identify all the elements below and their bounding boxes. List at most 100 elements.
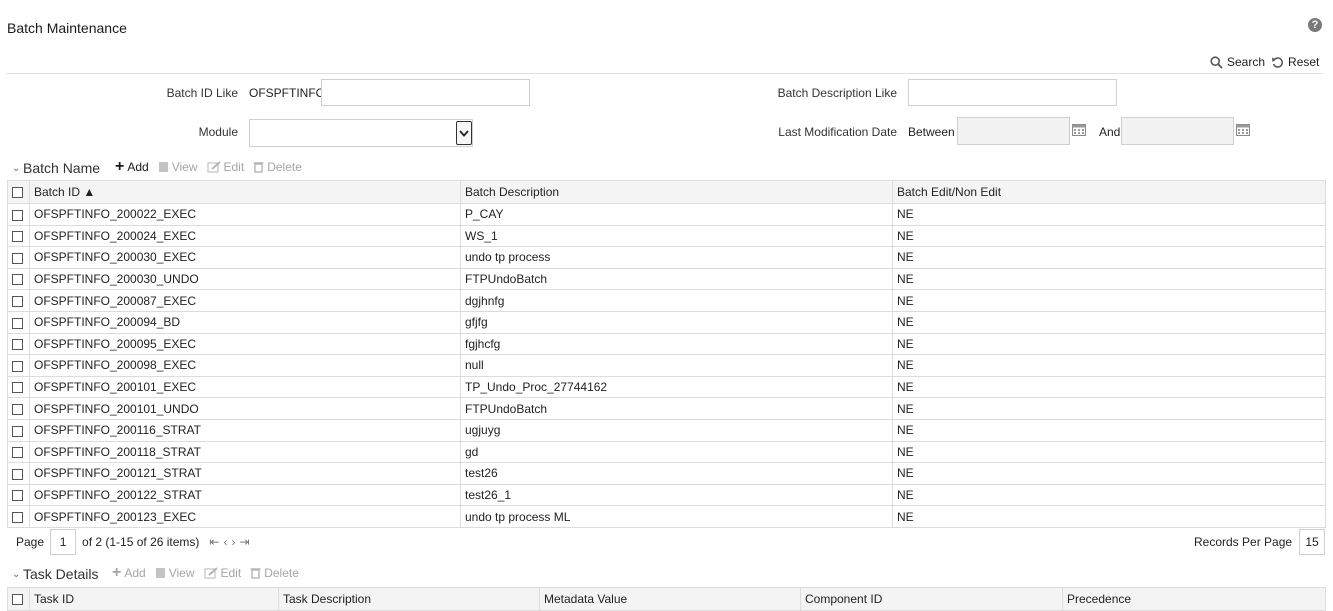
column-header-metadata-value[interactable]: Metadata Value: [539, 587, 801, 611]
row-checkbox[interactable]: [12, 360, 23, 372]
row-checkbox[interactable]: [12, 296, 23, 307]
cell-batch-id: OFSPFTINFO_200101_UNDO: [29, 397, 461, 420]
cell-batch-description: P_CAY: [460, 203, 893, 226]
delete-task-button[interactable]: Delete: [250, 566, 299, 580]
records-per-page-input[interactable]: 15: [1299, 529, 1326, 555]
cell-batch-id: OFSPFTINFO_200121_STRAT: [29, 462, 461, 485]
cell-batch-id: OFSPFTINFO_200094_BD: [29, 310, 461, 334]
row-checkbox[interactable]: [12, 339, 23, 351]
search-icon: [1210, 55, 1223, 69]
edit-batch-button[interactable]: Edit: [207, 160, 245, 174]
row-checkbox[interactable]: [12, 317, 23, 329]
cell-batch-edit: NE: [892, 354, 1326, 377]
row-checkbox[interactable]: [12, 252, 23, 264]
view-label: View: [171, 160, 198, 174]
cell-batch-id: OFSPFTINFO_200030_UNDO: [29, 267, 461, 291]
table-row[interactable]: OFSPFTINFO_200030_EXEC undo tp process NE: [7, 246, 1326, 269]
row-checkbox[interactable]: [12, 425, 23, 437]
calendar-icon[interactable]: [1236, 123, 1250, 136]
chevron-down-icon[interactable]: [456, 121, 472, 145]
edit-icon: [204, 567, 218, 579]
column-header-batch-description[interactable]: Batch Description: [460, 180, 893, 204]
task-toolbar: + Add View Edit Delete: [112, 565, 299, 581]
table-row[interactable]: OFSPFTINFO_200095_EXEC fgjhcfg NE: [7, 332, 1326, 356]
date-from-input[interactable]: [957, 117, 1070, 145]
column-header-batch-edit[interactable]: Batch Edit/Non Edit: [892, 180, 1326, 204]
table-row[interactable]: OFSPFTINFO_200087_EXEC dgjhnfg NE: [7, 289, 1326, 312]
cell-batch-edit: NE: [892, 332, 1326, 356]
task-section-header[interactable]: ⌄ Task Details: [12, 566, 98, 582]
cell-batch-description: WS_1: [460, 224, 893, 248]
view-task-button[interactable]: View: [155, 566, 195, 580]
table-row[interactable]: OFSPFTINFO_200094_BD gfjfg NE: [7, 310, 1326, 334]
column-header-task-id[interactable]: Task ID: [29, 587, 279, 611]
table-row[interactable]: OFSPFTINFO_200121_STRAT test26 NE: [7, 462, 1326, 485]
records-per-page: Records Per Page 15: [1194, 529, 1326, 555]
last-page-icon[interactable]: ⇥: [239, 535, 253, 549]
cell-batch-edit: NE: [892, 483, 1326, 507]
table-row[interactable]: OFSPFTINFO_200116_STRAT ugjuyg NE: [7, 418, 1326, 442]
row-checkbox[interactable]: [12, 468, 23, 480]
add-label: Add: [127, 160, 149, 174]
cell-batch-edit: NE: [892, 397, 1326, 420]
task-table: Task ID Task Description Metadata Value …: [7, 587, 1326, 611]
delete-batch-button[interactable]: Delete: [253, 160, 302, 174]
row-checkbox[interactable]: [12, 490, 23, 502]
cell-batch-id: OFSPFTINFO_200022_EXEC: [29, 203, 461, 226]
first-page-icon[interactable]: ⇤: [209, 535, 223, 549]
table-row[interactable]: OFSPFTINFO_200022_EXEC P_CAY NE: [7, 203, 1326, 226]
chevron-down-icon[interactable]: ⌄: [12, 569, 22, 580]
search-button[interactable]: Search: [1210, 55, 1265, 69]
add-task-button[interactable]: + Add: [112, 565, 146, 581]
last-mod-label: Last Modification Date: [778, 125, 897, 139]
page-input[interactable]: 1: [50, 529, 77, 555]
select-all-checkbox[interactable]: [12, 187, 23, 199]
table-row[interactable]: OFSPFTINFO_200101_EXEC TP_Undo_Proc_27744…: [7, 375, 1326, 399]
table-row[interactable]: OFSPFTINFO_200118_STRAT gd NE: [7, 440, 1326, 464]
calendar-icon[interactable]: [1072, 123, 1086, 136]
select-all-checkbox[interactable]: [12, 594, 23, 606]
cell-batch-edit: NE: [892, 505, 1326, 528]
reset-button[interactable]: Reset: [1271, 55, 1319, 69]
table-row[interactable]: OFSPFTINFO_200024_EXEC WS_1 NE: [7, 224, 1326, 248]
batch-toolbar: + Add View Edit Delete: [115, 159, 302, 175]
edit-label: Edit: [223, 160, 245, 174]
table-row[interactable]: OFSPFTINFO_200122_STRAT test26_1 NE: [7, 483, 1326, 507]
column-header-task-description[interactable]: Task Description: [278, 587, 540, 611]
table-header-row: Batch ID ▲ Batch Description Batch Edit/…: [7, 180, 1326, 204]
table-row[interactable]: OFSPFTINFO_200101_UNDO FTPUndoBatch NE: [7, 397, 1326, 420]
batch-id-input[interactable]: [321, 79, 530, 106]
cell-batch-id: OFSPFTINFO_200116_STRAT: [29, 418, 461, 442]
column-header-batch-id[interactable]: Batch ID ▲: [29, 180, 461, 204]
row-checkbox[interactable]: [12, 231, 23, 243]
row-checkbox[interactable]: [12, 403, 23, 415]
batch-desc-input[interactable]: [908, 79, 1117, 106]
batch-section-header[interactable]: ⌄ Batch Name: [12, 160, 100, 176]
batch-section-title: Batch Name: [23, 160, 101, 176]
add-batch-button[interactable]: + Add: [115, 159, 149, 175]
cell-batch-description: test26: [460, 462, 893, 485]
column-header-component-id[interactable]: Component ID: [800, 587, 1063, 611]
date-to-input[interactable]: [1121, 117, 1234, 145]
row-checkbox[interactable]: [12, 274, 23, 286]
column-header-precedence[interactable]: Precedence: [1062, 587, 1326, 611]
cell-batch-id: OFSPFTINFO_200122_STRAT: [29, 483, 461, 507]
cell-batch-id: OFSPFTINFO_200030_EXEC: [29, 246, 461, 269]
module-select[interactable]: [249, 119, 473, 147]
view-batch-button[interactable]: View: [158, 160, 198, 174]
row-checkbox[interactable]: [12, 209, 23, 221]
row-checkbox[interactable]: [12, 382, 23, 394]
cell-batch-edit: NE: [892, 310, 1326, 334]
table-row[interactable]: OFSPFTINFO_200098_EXEC null NE: [7, 354, 1326, 377]
cell-batch-edit: NE: [892, 224, 1326, 248]
edit-task-button[interactable]: Edit: [204, 566, 241, 580]
search-actions: Search Reset: [1210, 55, 1319, 69]
chevron-down-icon[interactable]: ⌄: [12, 163, 22, 174]
help-icon[interactable]: ?: [1308, 18, 1322, 32]
table-row[interactable]: OFSPFTINFO_200030_UNDO FTPUndoBatch NE: [7, 267, 1326, 291]
module-label: Module: [198, 125, 238, 139]
table-row[interactable]: OFSPFTINFO_200123_EXEC undo tp process ML…: [7, 505, 1326, 528]
cell-batch-description: ugjuyg: [460, 418, 893, 442]
row-checkbox[interactable]: [12, 447, 23, 459]
row-checkbox[interactable]: [12, 511, 23, 523]
